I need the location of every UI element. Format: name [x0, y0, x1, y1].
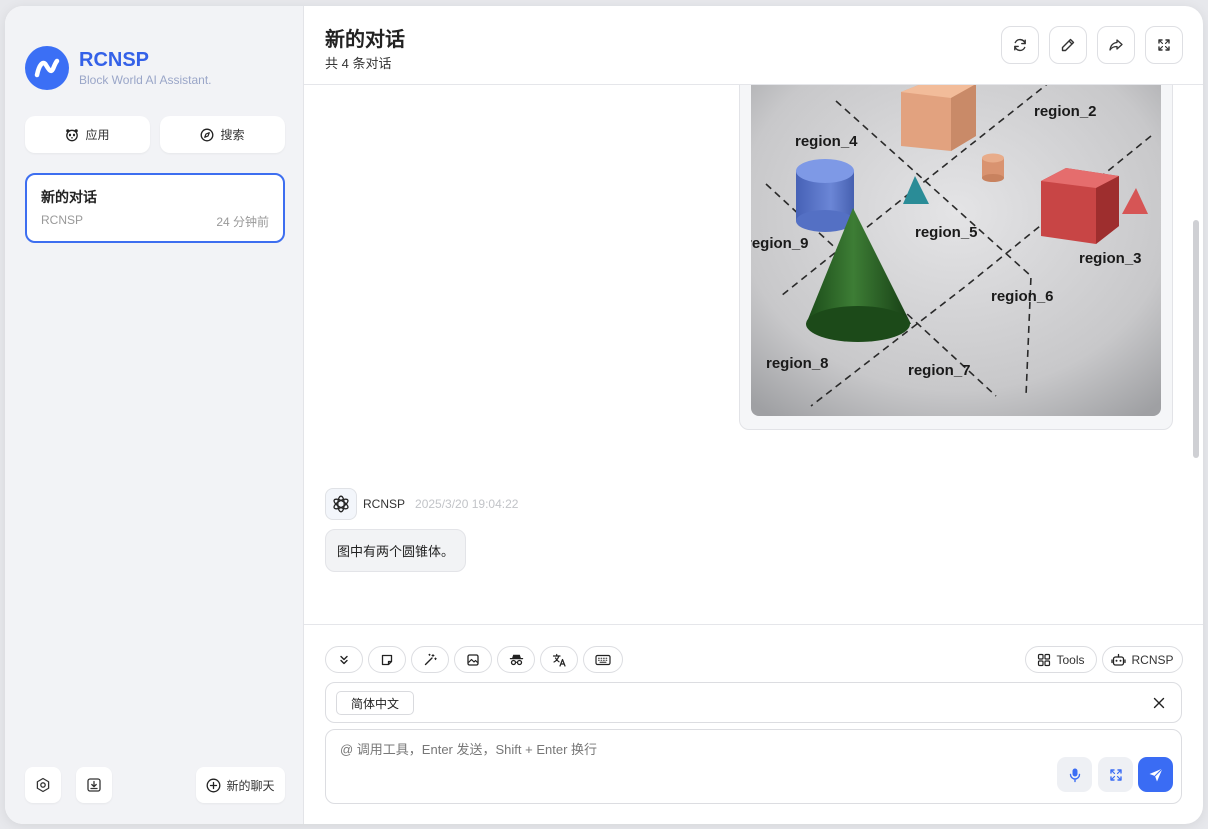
expand-input-button[interactable] — [1098, 757, 1133, 792]
message-count: 共 4 条对话 — [325, 56, 392, 71]
brand-subtitle: Block World AI Assistant. — [79, 73, 212, 87]
message-timestamp: 2025/3/20 19:04:22 — [415, 497, 519, 511]
close-icon — [1153, 697, 1165, 709]
refresh-button[interactable] — [1001, 26, 1039, 64]
brand: RCNSP Block World AI Assistant. — [25, 46, 212, 90]
shortcuts-button[interactable] — [583, 646, 623, 673]
add-circle-icon — [207, 778, 221, 792]
chat-input-box — [325, 729, 1182, 804]
chat-item-model: RCNSP — [41, 213, 84, 227]
translate-button[interactable] — [540, 646, 578, 673]
prompt-template-button[interactable] — [368, 646, 406, 673]
incognito-icon — [509, 654, 523, 665]
settings-hexagon-icon — [36, 777, 50, 793]
sidebar: RCNSP Block World AI Assistant. 应用 搜索 新的… — [5, 6, 304, 824]
block-world-image[interactable]: region_1 region_2 region_3 region_4 regi… — [751, 85, 1161, 416]
region-label: region_3 — [1079, 250, 1142, 267]
panda-icon — [66, 128, 79, 141]
robot-icon — [1111, 653, 1127, 666]
region-label: region_5 — [915, 224, 978, 241]
voice-input-button[interactable] — [1057, 757, 1092, 792]
message-list[interactable]: region_1 region_2 region_3 region_4 regi… — [304, 85, 1203, 624]
image-icon — [467, 653, 479, 666]
language-chip[interactable]: 简体中文 — [336, 691, 415, 715]
region-label: region_2 — [1034, 103, 1097, 120]
send-button[interactable] — [1138, 757, 1173, 792]
new-chat-button[interactable]: 新的聊天 — [196, 767, 285, 803]
bot-message-bubble: 图中有两个圆锥体。 — [325, 529, 467, 572]
bot-name: RCNSP — [363, 497, 406, 511]
bot-message-header: RCNSP 2025/3/20 19:04:22 — [325, 488, 518, 520]
composer: Tools RCNSP 简体中文 — [304, 624, 1203, 824]
fullscreen-icon — [1158, 39, 1170, 51]
apps-label: 应用 — [85, 128, 110, 142]
main-panel: 新的对话 共 4 条对话 region_2 region_3 region_4 … — [304, 6, 1203, 824]
page-title: 新的对话 — [325, 29, 405, 51]
tools-label: Tools — [1056, 652, 1085, 667]
tools-button[interactable]: Tools — [1025, 646, 1097, 673]
chevrons-down-icon — [340, 655, 348, 664]
chat-header: 新的对话 共 4 条对话 — [304, 6, 1203, 85]
edit-button[interactable] — [1049, 26, 1087, 64]
new-chat-label: 新的聊天 — [226, 778, 275, 793]
region-label: region_9 — [751, 235, 809, 252]
chat-list-item-active[interactable]: 新的对话 RCNSP 24 分钟前 — [25, 173, 285, 243]
magic-button[interactable] — [411, 646, 449, 673]
brand-logo-icon — [25, 46, 69, 90]
bot-avatar-icon — [325, 488, 357, 520]
magic-wand-icon — [424, 653, 437, 665]
microphone-icon — [1069, 768, 1080, 782]
share-icon — [1109, 39, 1123, 51]
region-label: region_6 — [991, 288, 1054, 305]
refresh-icon — [1014, 38, 1026, 52]
grid-icon — [1038, 653, 1051, 666]
share-button[interactable] — [1097, 26, 1135, 64]
expand-icon — [1109, 768, 1122, 781]
region-label: region_4 — [795, 133, 858, 150]
collapse-button[interactable] — [325, 646, 363, 673]
translate-icon — [552, 653, 566, 667]
model-label: RCNSP — [1131, 652, 1174, 667]
incognito-button[interactable] — [497, 646, 535, 673]
settings-button[interactable] — [25, 767, 61, 803]
download-icon — [87, 778, 101, 792]
region-label: region_7 — [908, 362, 971, 379]
compass-icon — [201, 128, 214, 141]
keyboard-icon — [595, 654, 611, 665]
search-button[interactable]: 搜索 — [160, 116, 285, 153]
brand-title: RCNSP — [79, 49, 150, 71]
model-select-button[interactable]: RCNSP — [1102, 646, 1183, 673]
scrollbar[interactable] — [1193, 220, 1199, 458]
image-button[interactable] — [454, 646, 492, 673]
user-image-message: region_1 region_2 region_3 region_4 regi… — [739, 85, 1173, 430]
note-icon — [381, 654, 393, 665]
search-label: 搜索 — [220, 128, 245, 142]
chat-item-title: 新的对话 — [41, 189, 97, 205]
pencil-icon — [1061, 38, 1075, 52]
send-icon — [1149, 767, 1163, 781]
export-button[interactable] — [76, 767, 112, 803]
language-close-button[interactable] — [1149, 693, 1169, 713]
chat-input[interactable] — [340, 739, 1040, 769]
fullscreen-button[interactable] — [1145, 26, 1183, 64]
apps-button[interactable]: 应用 — [25, 116, 150, 153]
region-label: region_8 — [766, 355, 829, 372]
chat-item-time: 24 分钟前 — [216, 215, 269, 229]
language-bar: 简体中文 — [325, 682, 1182, 723]
app-window: RCNSP Block World AI Assistant. 应用 搜索 新的… — [5, 6, 1203, 824]
